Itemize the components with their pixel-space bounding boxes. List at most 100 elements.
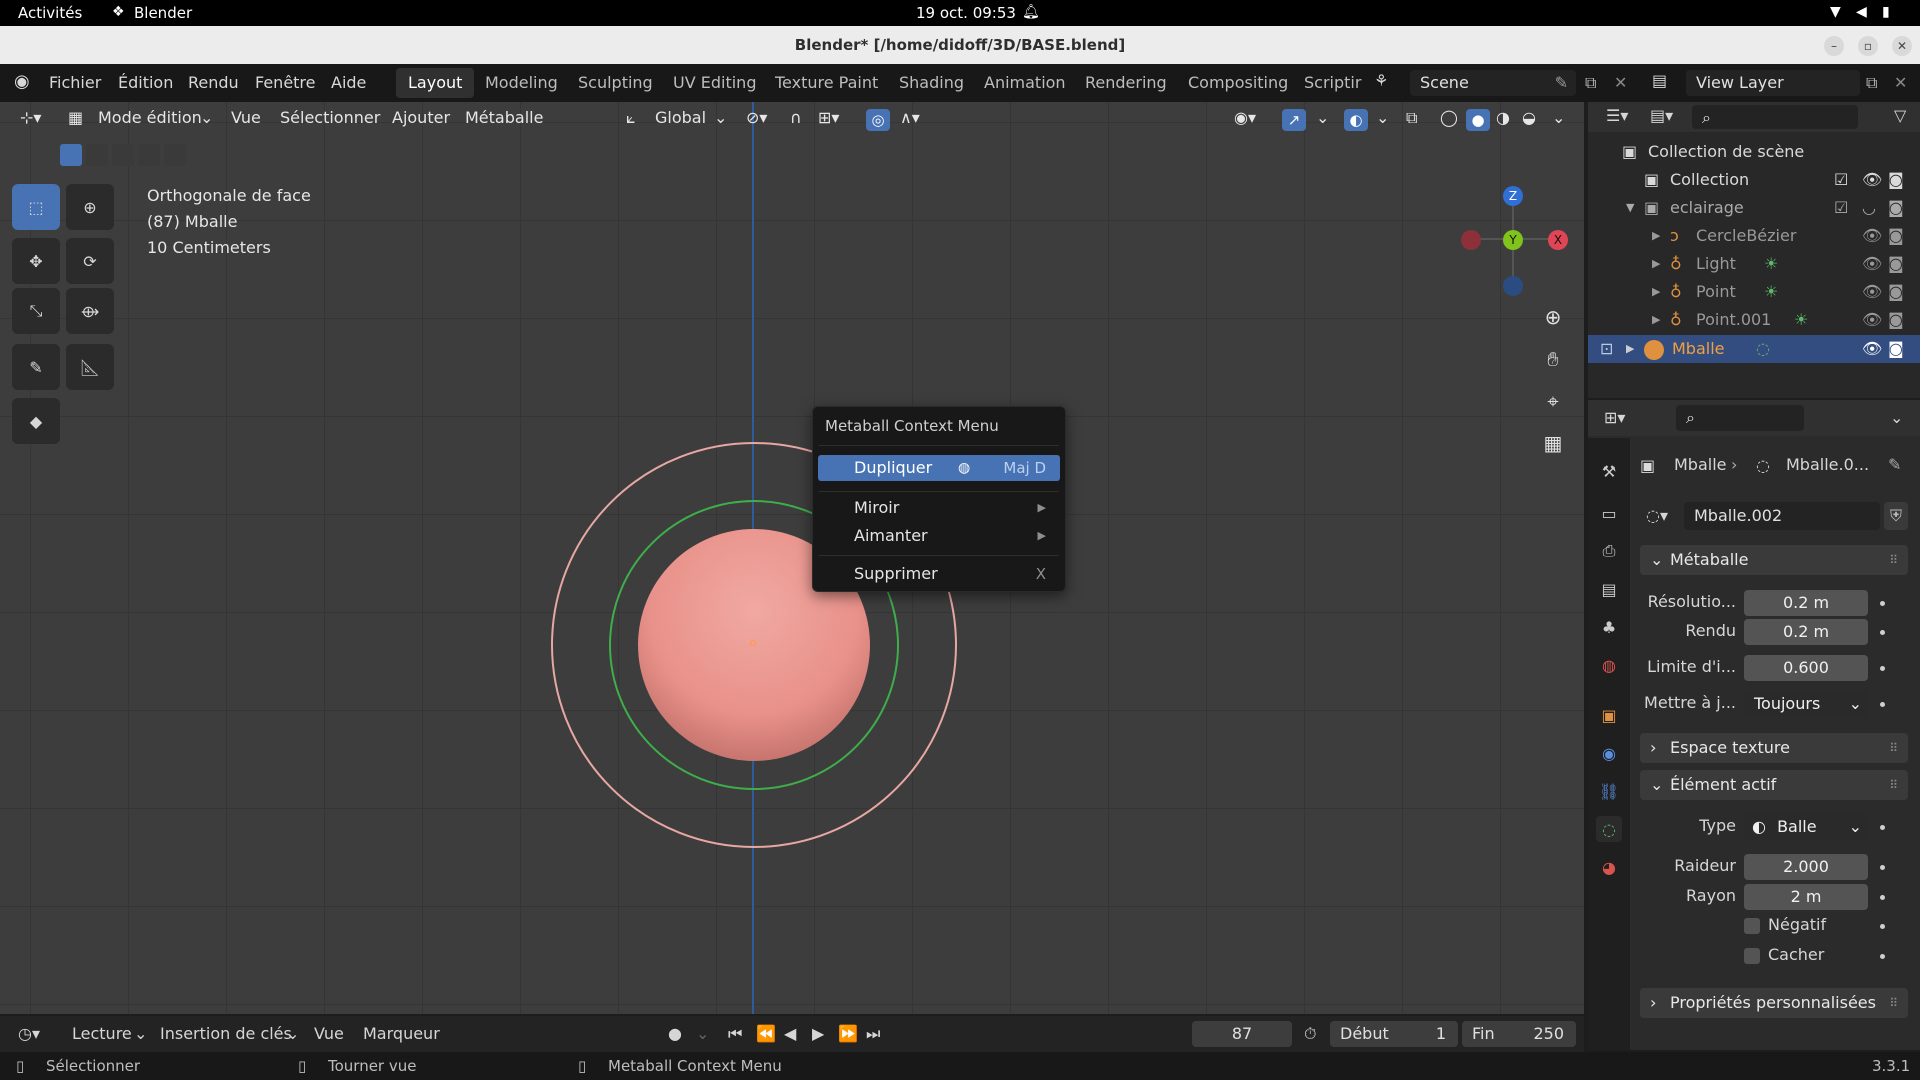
keyframe-dot[interactable] xyxy=(1880,630,1885,635)
constraints-tab-icon[interactable]: ⛓︎ xyxy=(1596,778,1622,804)
proportional-edit-icon[interactable]: ◎ xyxy=(866,109,890,131)
expand-arrow-icon[interactable]: ▶ xyxy=(1652,278,1660,306)
edit-mode-icon[interactable]: ⊡ xyxy=(1600,335,1613,363)
camera-icon[interactable]: ◙ xyxy=(1888,250,1904,278)
minimize-icon[interactable]: – xyxy=(1824,36,1844,56)
close-icon[interactable]: ✕ xyxy=(1892,36,1912,56)
add-cube-tool[interactable]: ◆ xyxy=(12,398,60,444)
scale-tool[interactable]: ⤡ xyxy=(12,288,60,334)
snap-menu-item[interactable]: Aimanter ▶ xyxy=(818,523,1060,549)
eye-icon[interactable]: 👁︎ xyxy=(1862,166,1882,194)
custom-props-panel-header[interactable]: › Propriétés personnalisées ⠿ xyxy=(1640,988,1908,1018)
pivot-point-icon[interactable]: ⊘▾ xyxy=(746,108,767,127)
menu-help[interactable]: Aide xyxy=(331,73,366,92)
properties-search[interactable]: ⌕ xyxy=(1676,405,1804,431)
menu-render[interactable]: Rendu xyxy=(188,73,239,92)
auto-keying-icon[interactable]: ● xyxy=(668,1024,682,1043)
zoom-icon[interactable]: ⊕ xyxy=(1536,300,1570,334)
hide-checkbox[interactable] xyxy=(1744,948,1760,964)
expand-arrow-icon[interactable]: ▶ xyxy=(1652,306,1660,334)
tool-tab-icon[interactable]: ⚒ xyxy=(1596,458,1622,484)
keyframe-dot[interactable] xyxy=(1880,702,1885,707)
select-subtract-icon[interactable] xyxy=(112,144,134,166)
move-tool[interactable]: ✥ xyxy=(12,238,60,284)
eye-closed-icon[interactable]: ◡ xyxy=(1862,194,1876,222)
keyframe-dot[interactable] xyxy=(1880,895,1885,900)
overlays-dropdown-icon[interactable]: ⌄ xyxy=(1376,108,1389,127)
browse-datablock-icon[interactable]: ◌▾ xyxy=(1646,506,1668,525)
delete-menu-item[interactable]: Supprimer X xyxy=(818,561,1060,587)
xray-toggle-icon[interactable]: ⧉ xyxy=(1406,108,1417,128)
keying-menu[interactable]: Insertion de clés xyxy=(160,1024,292,1043)
edit-mode-icon[interactable]: ▦ xyxy=(68,108,83,127)
keyframe-dot[interactable] xyxy=(1880,865,1885,870)
start-frame-field[interactable]: Début 1 xyxy=(1330,1021,1458,1047)
expand-arrow-icon[interactable]: ▼ xyxy=(1626,194,1634,222)
select-intersect-icon[interactable] xyxy=(164,144,186,166)
camera-icon[interactable]: ◙ xyxy=(1888,194,1904,222)
visibility-icon[interactable]: ◉▾ xyxy=(1234,108,1256,127)
gizmo-neg-z-axis[interactable] xyxy=(1503,276,1523,296)
keyframe-dot[interactable] xyxy=(1880,954,1885,959)
end-frame-field[interactable]: Fin 250 xyxy=(1462,1021,1576,1047)
expand-arrow-icon[interactable]: ▶ xyxy=(1652,222,1660,250)
measure-tool[interactable]: 📐︎ xyxy=(66,344,114,390)
notification-bell-icon[interactable]: 🔔︎ xyxy=(1022,4,1040,20)
menu-add[interactable]: Ajouter xyxy=(392,108,450,127)
annotate-tool[interactable]: ✎ xyxy=(12,344,60,390)
stopwatch-icon[interactable]: ⏱ xyxy=(1304,1024,1316,1044)
resolution-field[interactable]: 0.2 m xyxy=(1744,590,1868,616)
output-tab-icon[interactable]: ⎙ xyxy=(1596,538,1622,564)
outliner-row[interactable]: ⊡ ▶ Mballe ◌ 👁︎ ◙ xyxy=(1588,335,1920,363)
play-icon[interactable]: ▶ xyxy=(812,1024,824,1043)
tab-shading[interactable]: Shading xyxy=(887,68,976,98)
menu-metaball[interactable]: Métaballe xyxy=(465,108,543,127)
gizmo-z-axis[interactable]: Z xyxy=(1503,186,1523,206)
tab-layout[interactable]: Layout xyxy=(396,68,475,98)
tab-uv-editing[interactable]: UV Editing xyxy=(661,68,768,98)
keyframe-dot[interactable] xyxy=(1880,924,1885,929)
outliner-row[interactable]: ▶ ♁ Point ☀ 👁︎ ◙ xyxy=(1588,278,1920,306)
ortho-grid-icon[interactable]: ▦ xyxy=(1536,426,1570,460)
type-dropdown[interactable]: ◐ Balle ⌄ xyxy=(1744,814,1868,840)
current-frame-field[interactable]: 87 xyxy=(1192,1021,1292,1047)
gizmo-toggle-icon[interactable]: ↗ xyxy=(1282,109,1306,131)
drag-handle-icon[interactable]: ⠿ xyxy=(1889,770,1898,800)
editor-type-icon[interactable]: ⊹▾ xyxy=(20,108,41,127)
select-extend-icon[interactable] xyxy=(86,144,108,166)
outliner-editor-icon[interactable]: ☰▾ xyxy=(1606,106,1628,125)
camera-icon[interactable]: ◙ xyxy=(1888,335,1904,363)
outliner-row[interactable]: ▼ ▣ eclairage ☑ ◡ ◙ xyxy=(1588,194,1920,222)
breadcrumb-object[interactable]: Mballe xyxy=(1674,455,1727,474)
falloff-icon[interactable]: ∧▾ xyxy=(900,108,920,127)
camera-icon[interactable]: ◙ xyxy=(1888,278,1904,306)
menu-file[interactable]: Fichier xyxy=(49,73,101,92)
rotate-tool[interactable]: ⟳ xyxy=(66,238,114,284)
marker-menu[interactable]: Marqueur xyxy=(363,1024,440,1043)
wifi-icon[interactable]: ▼ xyxy=(1830,4,1841,20)
camera-icon[interactable]: ◙ xyxy=(1888,306,1904,334)
camera-view-icon[interactable]: ⌖ xyxy=(1536,384,1570,418)
checkbox-icon[interactable]: ☑ xyxy=(1834,194,1848,222)
jump-end-icon[interactable]: ⏭ xyxy=(866,1024,880,1044)
stiffness-field[interactable]: 2.000 xyxy=(1744,854,1868,880)
negative-checkbox[interactable] xyxy=(1744,918,1760,934)
play-reverse-icon[interactable]: ◀ xyxy=(784,1024,796,1043)
keyframe-dot[interactable] xyxy=(1880,666,1885,671)
outliner-row[interactable]: ▶ ♁ Light ☀ 👁︎ ◙ xyxy=(1588,250,1920,278)
scene-collection-row[interactable]: ▣ Collection de scène xyxy=(1588,138,1920,166)
drag-handle-icon[interactable]: ⠿ xyxy=(1889,545,1898,575)
select-invert-icon[interactable] xyxy=(138,144,160,166)
menu-edit[interactable]: Édition xyxy=(118,73,173,92)
jump-start-icon[interactable]: ⏮ xyxy=(728,1024,742,1044)
material-shading-icon[interactable]: ◑ xyxy=(1496,108,1510,127)
radius-field[interactable]: 2 m xyxy=(1744,884,1868,910)
mode-chevron-icon[interactable]: ⌄ xyxy=(200,108,213,127)
keyframe-dot[interactable] xyxy=(1880,601,1885,606)
delete-view-layer-icon[interactable]: ✕ xyxy=(1894,73,1907,92)
checkbox-icon[interactable]: ☑ xyxy=(1834,166,1848,194)
clock[interactable]: 19 oct. 09:53 xyxy=(916,4,1016,22)
gizmo-y-axis[interactable]: Y xyxy=(1503,230,1523,250)
eye-icon[interactable]: 👁︎ xyxy=(1862,250,1882,278)
orientation-dropdown[interactable]: Global xyxy=(655,108,706,127)
